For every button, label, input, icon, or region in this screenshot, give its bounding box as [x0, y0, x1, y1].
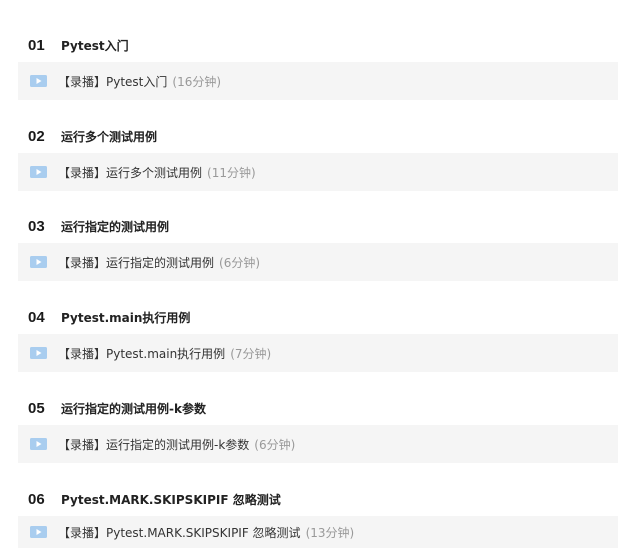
chapter-title: Pytest.MARK.SKIPSKIPIF 忽略测试: [61, 492, 281, 507]
lesson-row[interactable]: 【录播】运行指定的测试用例 (6分钟): [18, 243, 618, 281]
chapter-title: 运行指定的测试用例: [61, 219, 170, 234]
chapter-number: 05: [28, 399, 45, 417]
lesson-duration: (6分钟): [219, 255, 261, 270]
chapter-number: 01: [28, 36, 45, 54]
chapter-title: Pytest入门: [61, 38, 129, 53]
lesson-title[interactable]: 【录播】运行指定的测试用例-k参数: [58, 436, 249, 453]
lesson-duration: (11分钟): [207, 165, 256, 180]
chapter-header: 04 Pytest.main执行用例: [28, 307, 190, 327]
chapter-header: 03 运行指定的测试用例: [28, 216, 169, 236]
video-play-icon: [30, 256, 47, 268]
lesson-title[interactable]: 【录播】运行指定的测试用例: [58, 254, 214, 271]
chapter-header: 02 运行多个测试用例: [28, 126, 157, 146]
chapter-header: 06 Pytest.MARK.SKIPSKIPIF 忽略测试: [28, 489, 281, 509]
video-play-icon: [30, 526, 47, 538]
video-play-icon: [30, 438, 47, 450]
lesson-row[interactable]: 【录播】Pytest.MARK.SKIPSKIPIF 忽略测试 (13分钟): [18, 516, 618, 548]
lesson-title[interactable]: 【录播】Pytest入门: [58, 73, 167, 90]
chapter-number: 02: [28, 127, 45, 145]
chapter-title: 运行指定的测试用例-k参数: [61, 401, 206, 416]
lesson-duration: (6分钟): [254, 437, 296, 452]
chapter-number: 04: [28, 308, 45, 326]
lesson-row[interactable]: 【录播】运行多个测试用例 (11分钟): [18, 153, 618, 191]
lesson-title[interactable]: 【录播】运行多个测试用例: [58, 164, 202, 181]
lesson-title[interactable]: 【录播】Pytest.main执行用例: [58, 345, 225, 362]
chapter-title: Pytest.main执行用例: [61, 310, 191, 325]
video-play-icon: [30, 347, 47, 359]
chapter-title: 运行多个测试用例: [61, 129, 158, 144]
lesson-row[interactable]: 【录播】Pytest.main执行用例 (7分钟): [18, 334, 618, 372]
lesson-title[interactable]: 【录播】Pytest.MARK.SKIPSKIPIF 忽略测试: [58, 524, 301, 541]
lesson-row[interactable]: 【录播】Pytest入门 (16分钟): [18, 62, 618, 100]
chapter-number: 03: [28, 217, 45, 235]
chapter-number: 06: [28, 490, 45, 508]
lesson-duration: (13分钟): [305, 525, 355, 540]
chapter-header: 05 运行指定的测试用例-k参数: [28, 398, 206, 418]
lesson-duration: (7分钟): [230, 346, 272, 361]
video-play-icon: [30, 166, 47, 178]
lesson-row[interactable]: 【录播】运行指定的测试用例-k参数 (6分钟): [18, 425, 618, 463]
chapter-header: 01 Pytest入门: [28, 35, 129, 55]
video-play-icon: [30, 75, 47, 87]
lesson-duration: (16分钟): [172, 74, 222, 89]
